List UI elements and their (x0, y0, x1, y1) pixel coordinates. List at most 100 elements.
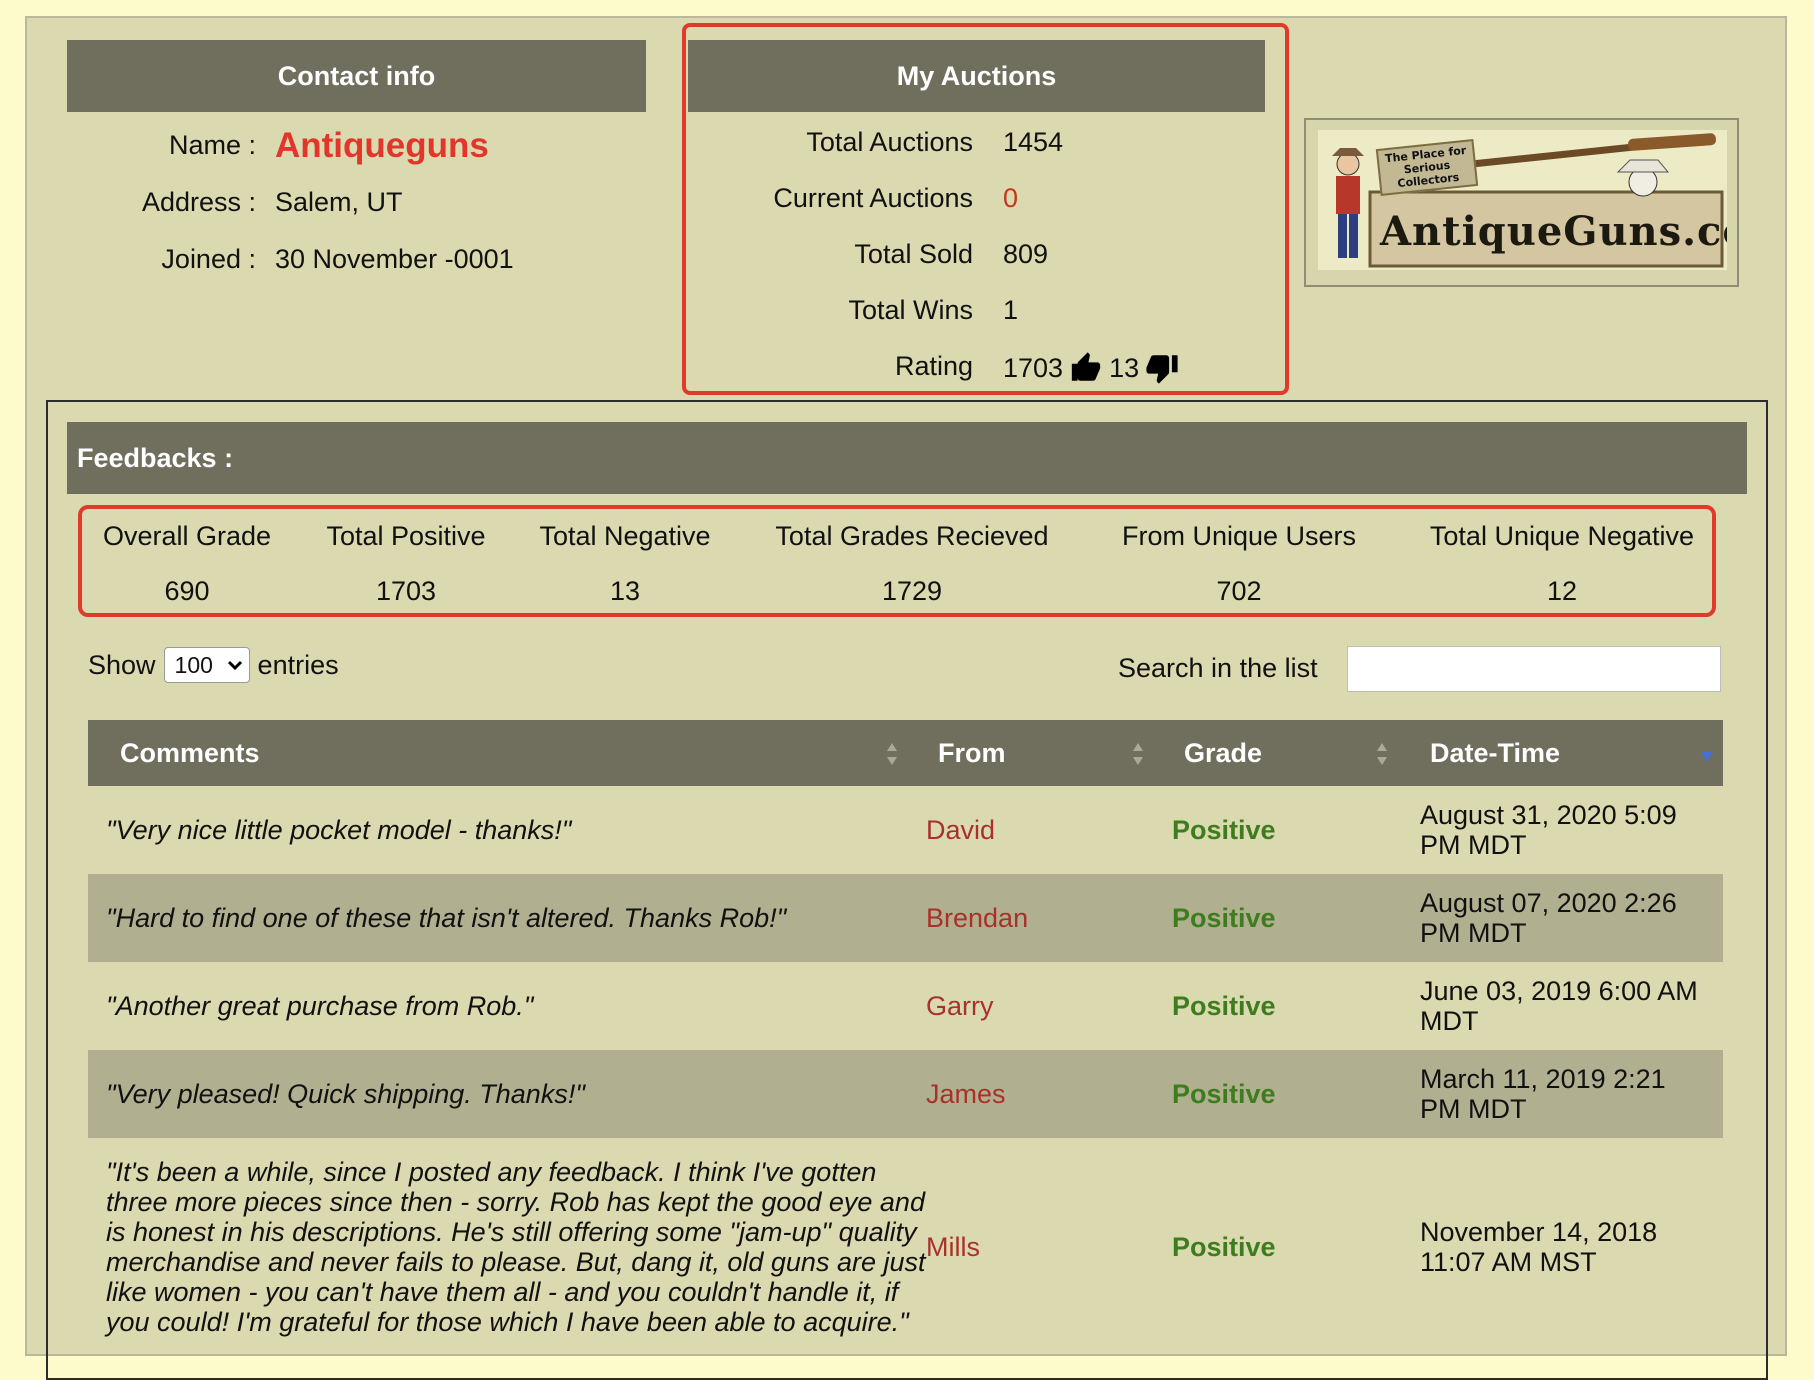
total-grades-received-label: Total Grades Recieved (775, 521, 1049, 551)
column-date-time-label: Date-Time (1430, 737, 1561, 768)
total-positive-label: Total Positive (326, 521, 486, 551)
logo-text: AntiqueGuns.com (1380, 208, 1727, 255)
show-label: Show (88, 649, 156, 680)
column-header-comments[interactable]: Comments (120, 720, 820, 786)
rating-values: 1703 13 (1003, 351, 1179, 385)
entries-select-value: 100 (174, 651, 213, 678)
logo-banner: The Place for Serious Collectors Antique… (1318, 130, 1727, 270)
current-auctions-value[interactable]: 0 (1003, 183, 1018, 214)
row-comment: "Another great purchase from Rob." (106, 991, 534, 1021)
total-negative: Total Negative 13 (539, 521, 710, 607)
row-comment: "Very pleased! Quick shipping. Thanks!" (106, 1079, 585, 1109)
table-row: "Very pleased! Quick shipping. Thanks!" … (88, 1050, 1723, 1138)
total-auctions-label: Total Auctions (806, 127, 973, 157)
column-header-date-time[interactable]: Date-Time (1430, 720, 1650, 786)
total-unique-negative-label: Total Unique Negative (1429, 521, 1695, 551)
overall-grade-label: Overall Grade (102, 521, 272, 551)
row-comment: "It's been a while, since I posted any f… (106, 1157, 926, 1337)
row-grade: Positive (1172, 902, 1276, 933)
table-row: "It's been a while, since I posted any f… (88, 1138, 1723, 1356)
row-from[interactable]: Brendan (926, 874, 1028, 962)
rating-row: Rating 1703 13 (686, 351, 1285, 391)
row-comment: "Hard to find one of these that isn't al… (106, 903, 787, 933)
address-value: Salem, UT (275, 187, 403, 217)
row-grade: Positive (1172, 990, 1276, 1021)
total-negative-label: Total Negative (539, 521, 711, 551)
feedbacks-title: Feedbacks : (77, 442, 234, 473)
column-header-grade[interactable]: Grade (1184, 720, 1344, 786)
total-wins-label: Total Wins (848, 295, 973, 325)
seller-name: Antiqueguns (275, 126, 489, 165)
total-wins-row: Total Wins 1 (686, 295, 1285, 335)
feedback-table: Comments From Grade Date-Time "Very nice… (88, 720, 1723, 1356)
my-auctions-panel: My Auctions Total Auctions 1454 Current … (682, 23, 1289, 395)
table-row: "Hard to find one of these that isn't al… (88, 874, 1723, 962)
feedbacks-header: Feedbacks : (67, 422, 1747, 494)
entries-select[interactable]: 100 (163, 647, 250, 683)
sort-icon[interactable] (1375, 740, 1389, 768)
contact-joined-row: Joined : 30 November -0001 (67, 226, 646, 283)
total-auctions-row: Total Auctions 1454 (686, 127, 1285, 167)
overall-grade-value: 690 (164, 576, 210, 606)
row-from[interactable]: Garry (926, 962, 994, 1050)
row-grade: Positive (1172, 814, 1276, 845)
joined-value: 30 November -0001 (275, 244, 514, 274)
thumbs-up-icon (1071, 352, 1101, 381)
sort-icon[interactable] (1131, 740, 1145, 768)
row-from[interactable]: Mills (926, 1138, 980, 1356)
total-positive: Total Positive 1703 (326, 521, 485, 607)
overall-grade: Overall Grade 690 (103, 521, 271, 607)
seller-profile-page: Contact info Name : Antiqueguns Address … (25, 16, 1787, 1380)
total-grades-received: Total Grades Recieved 1729 (775, 521, 1048, 607)
total-unique-negative: Total Unique Negative 12 (1430, 521, 1694, 607)
name-label: Name : (168, 130, 256, 160)
from-unique-users-label: From Unique Users (1121, 521, 1357, 551)
row-date-time: March 11, 2019 2:21 PM MDT (1420, 1064, 1666, 1124)
my-auctions-header: My Auctions (688, 40, 1265, 112)
contact-info-panel: Contact info Name : Antiqueguns Address … (67, 40, 646, 283)
total-auctions-value: 1454 (1003, 127, 1064, 157)
table-header: Comments From Grade Date-Time (88, 720, 1723, 786)
column-header-from[interactable]: From (938, 720, 1098, 786)
column-from-label: From (938, 737, 1006, 768)
from-unique-users: From Unique Users 702 (1122, 521, 1356, 607)
total-wins-value: 1 (1003, 295, 1019, 325)
row-date-time: August 31, 2020 5:09 PM MDT (1420, 800, 1677, 860)
show-entries-control: Show 100 entries (88, 647, 339, 683)
rating-negative-count: 13 (1109, 352, 1140, 383)
total-sold-row: Total Sold 809 (686, 239, 1285, 279)
entries-label: entries (257, 649, 339, 680)
sort-icon[interactable] (885, 740, 899, 768)
sort-descending-icon[interactable] (1700, 746, 1714, 774)
search-label: Search in the list (1118, 653, 1318, 683)
total-grades-received-value: 1729 (881, 576, 943, 606)
address-label: Address : (141, 187, 256, 217)
current-auctions-row: Current Auctions 0 (686, 183, 1285, 223)
row-comment: "Very nice little pocket model - thanks!… (106, 815, 572, 845)
my-auctions-title: My Auctions (896, 60, 1057, 91)
row-from[interactable]: James (926, 1050, 1006, 1138)
joined-label: Joined : (161, 244, 256, 274)
chevron-down-icon (227, 660, 242, 671)
thumbs-down-icon (1146, 355, 1178, 384)
row-date-time: November 14, 2018 11:07 AM MST (1420, 1217, 1658, 1277)
row-grade: Positive (1172, 1231, 1276, 1262)
contact-info-title: Contact info (277, 60, 436, 91)
row-date-time: June 03, 2019 6:00 AM MDT (1420, 976, 1698, 1036)
search-input[interactable] (1347, 646, 1721, 692)
total-negative-value: 13 (609, 576, 641, 606)
total-sold-label: Total Sold (854, 239, 973, 269)
antiqueguns-logo[interactable]: The Place for Serious Collectors Antique… (1304, 118, 1739, 287)
from-unique-users-value: 702 (1216, 576, 1262, 606)
grades-summary: Overall Grade 690 Total Positive 1703 To… (78, 505, 1716, 617)
total-positive-value: 1703 (375, 576, 437, 606)
table-row: "Another great purchase from Rob." Garry… (88, 962, 1723, 1050)
row-grade: Positive (1172, 1078, 1276, 1109)
feedbacks-section: Feedbacks : Overall Grade 690 Total Posi… (46, 400, 1768, 1380)
row-from[interactable]: David (926, 786, 995, 874)
total-unique-negative-value: 12 (1546, 576, 1578, 606)
current-auctions-label: Current Auctions (773, 183, 973, 213)
table-row: "Very nice little pocket model - thanks!… (88, 786, 1723, 874)
row-date-time: August 07, 2020 2:26 PM MDT (1420, 888, 1677, 948)
contact-name-row: Name : Antiqueguns (67, 112, 646, 169)
